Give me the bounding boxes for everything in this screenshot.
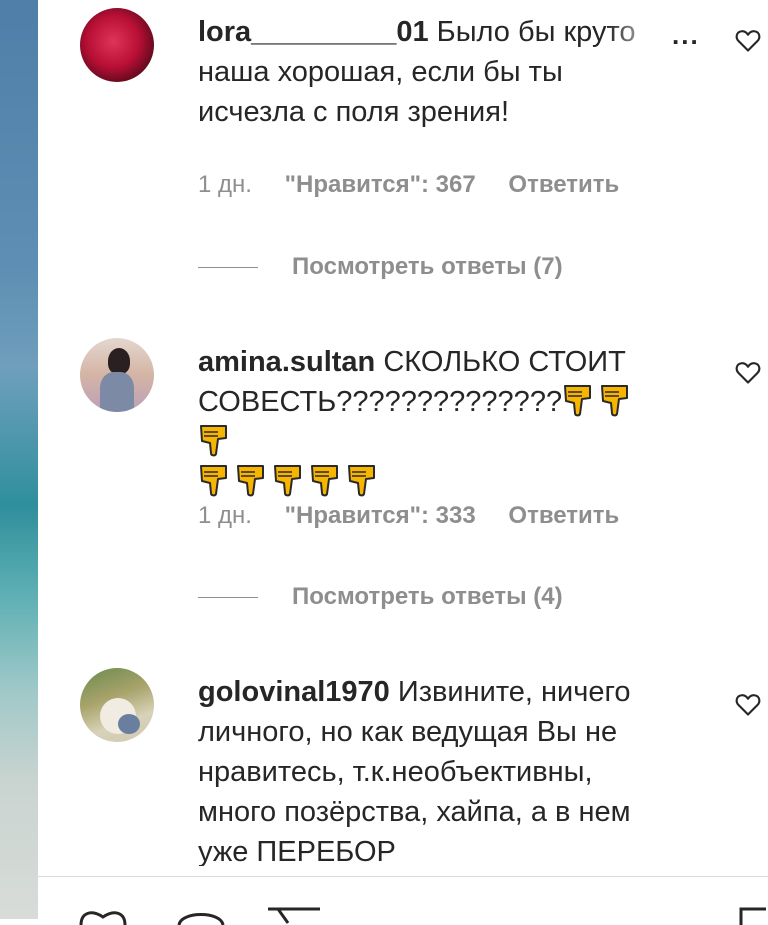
comment-line: наша хорошая, если бы ты [198, 56, 563, 88]
comment-icon[interactable] [176, 905, 226, 925]
avatar-figure [118, 714, 140, 734]
comment-line: Было бы круто [436, 16, 636, 48]
bookmark-icon[interactable] [738, 905, 768, 925]
avatar[interactable] [80, 668, 154, 742]
view-replies-label: Посмотреть ответы (7) [292, 253, 563, 280]
comment-likes[interactable]: "Нравится": 367 [285, 171, 476, 198]
reply-button[interactable]: Ответить [508, 502, 619, 529]
comment-text: golovinal1970 Извините, ничего личного, … [198, 672, 668, 866]
replies-divider [198, 267, 258, 269]
thumbs-down-icon [274, 465, 301, 497]
avatar-figure-body [100, 372, 134, 412]
reply-button[interactable]: Ответить [508, 171, 619, 198]
comment-username[interactable]: amina.sultan [198, 346, 375, 378]
comments-list: lora_________01 Было бы круто наша хорош… [0, 0, 768, 866]
thumbs-down-icon [348, 465, 375, 497]
comment-username[interactable]: lora_________01 [198, 16, 429, 48]
share-icon[interactable] [266, 905, 322, 925]
comment-line: личного, но как ведущая Вы не [198, 716, 618, 748]
comment-meta: 1 дн. "Нравится": 367 Ответить [198, 171, 645, 199]
thumbs-down-icon [237, 465, 264, 497]
emoji-group [198, 465, 383, 498]
thumbs-down-icon [200, 425, 227, 457]
comment-line: СКОЛЬКО СТОИТ [383, 346, 626, 378]
more-options-icon[interactable]: ... [668, 20, 700, 51]
thumbs-down-icon [601, 385, 629, 417]
comment-time: 1 дн. [198, 171, 252, 198]
like-heart-icon[interactable] [734, 358, 762, 386]
comment-meta: 1 дн. "Нравится": 333 Ответить [198, 502, 645, 530]
like-heart-icon[interactable] [734, 690, 762, 718]
comment-username[interactable]: golovinal1970 [198, 676, 390, 708]
like-icon[interactable] [78, 905, 128, 925]
comment-line: нравитесь, т.к.необъективны, [198, 756, 593, 788]
avatar-figure-head [108, 348, 130, 374]
comment-line: много позёрства, хайпа, а в нем [198, 796, 631, 828]
avatar[interactable] [80, 338, 154, 412]
comment-likes[interactable]: "Нравится": 333 [285, 502, 476, 529]
thumbs-down-icon [564, 385, 592, 417]
replies-divider [198, 597, 258, 599]
comment-time: 1 дн. [198, 502, 252, 529]
comment-line: исчезла с поля зрения! [198, 96, 510, 128]
action-bar [38, 876, 768, 925]
view-replies-button[interactable]: Посмотреть ответы (7) [198, 253, 563, 281]
thumbs-down-icon [200, 465, 227, 497]
like-heart-icon[interactable] [734, 26, 762, 54]
comment-line: уже ПЕРЕБОР [198, 836, 396, 866]
view-replies-button[interactable]: Посмотреть ответы (4) [198, 583, 563, 611]
comment-line: СОВЕСТЬ?????????????? [198, 386, 563, 418]
comment-text: lora_________01 Было бы круто наша хорош… [198, 12, 668, 132]
thumbs-down-icon [311, 465, 338, 497]
comment-line: Извините, ничего [397, 676, 631, 708]
comment-text: amina.sultan СКОЛЬКО СТОИТ СОВЕСТЬ??????… [198, 342, 668, 502]
text-fade [608, 14, 666, 54]
avatar[interactable] [80, 8, 154, 82]
view-replies-label: Посмотреть ответы (4) [292, 583, 563, 610]
